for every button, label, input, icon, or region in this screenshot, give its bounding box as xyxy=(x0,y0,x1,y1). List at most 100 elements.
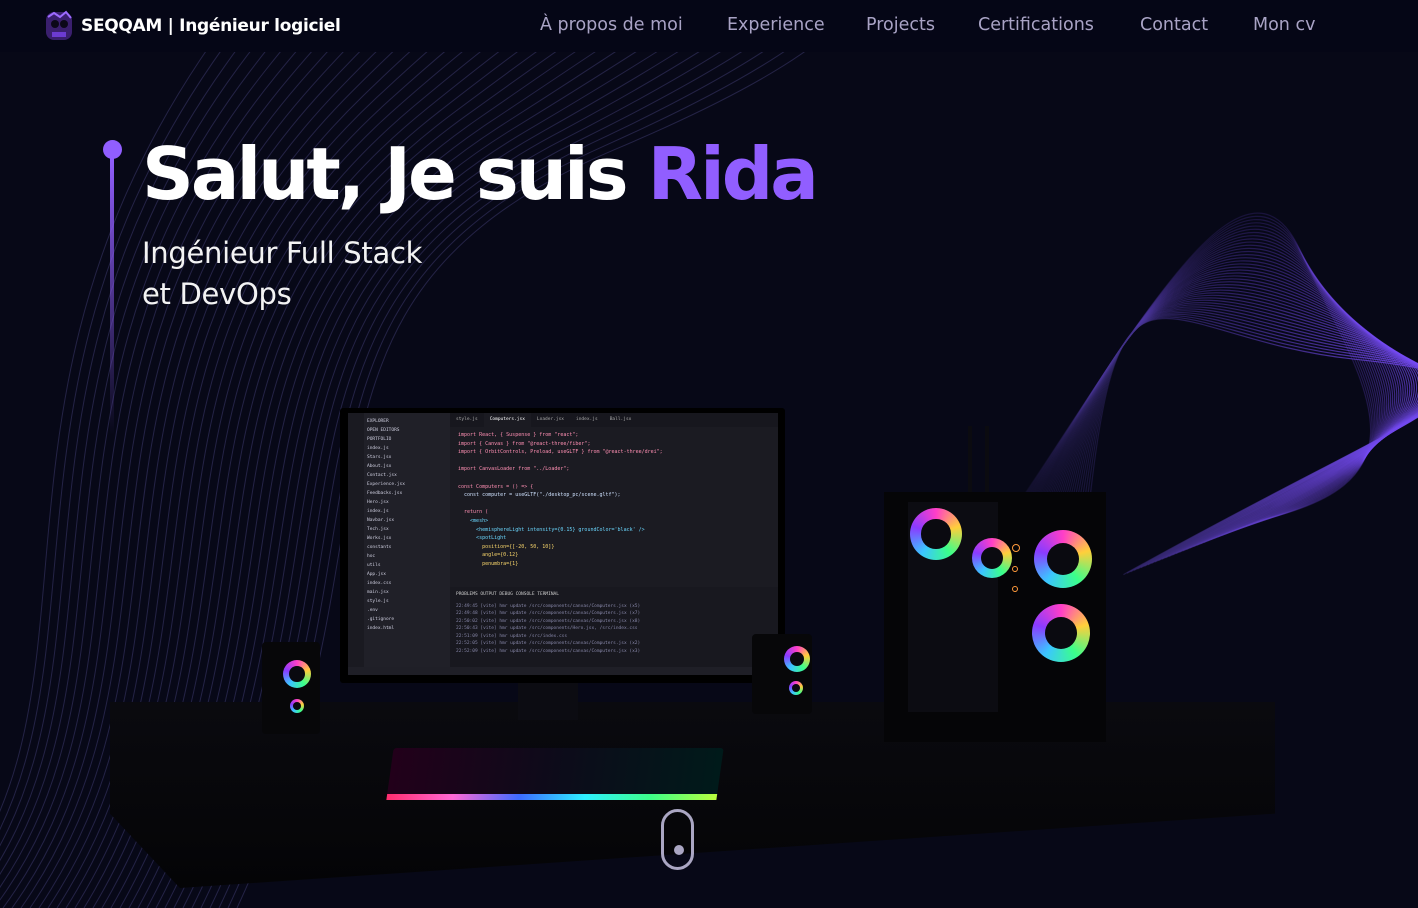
status-led xyxy=(1012,566,1018,572)
nav-link-about[interactable]: À propos de moi xyxy=(540,15,683,35)
explorer-item: Tech.jsx xyxy=(367,527,389,532)
editor-tab: index.js xyxy=(576,417,598,422)
status-led xyxy=(1012,586,1018,592)
explorer-item: About.jsx xyxy=(367,464,392,469)
explorer-item: Feedbacks.jsx xyxy=(367,491,403,496)
terminal-line: 22:52:09 [vite] hmr update /src/componen… xyxy=(456,648,641,654)
nav-link-cv[interactable]: Mon cv xyxy=(1253,15,1315,35)
terminal-line: 22:50:02 [vite] hmr update /src/componen… xyxy=(456,618,641,624)
power-led xyxy=(1012,544,1020,552)
editor-tabs: style.js Computers.jsx Loader.jsx index.js B… xyxy=(450,413,778,427)
terminal-line: 22:52:05 [vite] hmr update /src/componen… xyxy=(456,641,641,646)
code-line: position={[-20, 50, 10]} xyxy=(458,543,555,550)
terminal-line: 22:49:48 [vite] hmr update /src/componen… xyxy=(456,611,641,616)
hero-greeting: Salut, Je suis xyxy=(142,132,648,216)
router-antenna xyxy=(968,426,972,496)
editor-tab: style.js xyxy=(456,417,478,422)
speaker-ring-light xyxy=(290,699,304,713)
rgb-keyboard xyxy=(386,748,724,800)
brand-home-link[interactable]: SEQQAM | Ingénieur logiciel xyxy=(44,9,341,43)
terminal-line: 22:51:09 [vite] hmr update /src/index.cs… xyxy=(456,633,568,639)
code-editor-screen: EXPLORER OPEN EDITORS PORTFOLIO index.js Sta… xyxy=(348,413,778,675)
code-line: import { Canvas } from "@react-three/fib… xyxy=(458,440,591,447)
monitor-stand xyxy=(518,680,578,720)
explorer-item: PORTFOLIO xyxy=(367,437,392,442)
explorer-item: index.css xyxy=(367,581,392,586)
editor-tab: Ball.jsx xyxy=(609,417,632,422)
right-speaker xyxy=(752,634,812,714)
editor-tab: Computers.jsx xyxy=(483,413,531,427)
explorer-item: Navbar.jsx xyxy=(367,518,395,523)
code-line: <mesh> xyxy=(458,517,489,524)
explorer-item: Contact.jsx xyxy=(367,473,397,478)
speaker-ring-light xyxy=(789,681,803,695)
brand-title: SEQQAM | Ingénieur logiciel xyxy=(81,16,341,36)
code-line: angle={0.12} xyxy=(458,552,519,559)
scroll-dot xyxy=(674,845,684,855)
code-line: import { OrbitControls, Preload, useGLTF… xyxy=(458,449,663,456)
explorer-item: .env xyxy=(367,608,378,613)
editor-tab: Loader.jsx xyxy=(536,417,565,422)
editor-status-bar xyxy=(348,667,778,675)
fan-ring-light xyxy=(910,508,962,560)
terminal-line: 22:49:45 [vite] hmr update /src/componen… xyxy=(456,603,641,609)
explorer-item: Works.jsx xyxy=(367,536,392,541)
code-line: const Computers = () => { xyxy=(458,483,534,490)
top-navbar: SEQQAM | Ingénieur logiciel À propos de … xyxy=(0,0,1418,52)
hero-subtitle-line1: Ingénieur Full Stack xyxy=(142,236,423,270)
hero-title: Salut, Je suis Rida xyxy=(142,132,819,216)
explorer-item: EXPLORER xyxy=(367,419,389,424)
speaker-ring-light xyxy=(283,660,311,688)
explorer-item: Hero.jsx xyxy=(367,500,389,505)
explorer-item: index.js xyxy=(367,446,389,451)
hero-name: Rida xyxy=(647,132,819,216)
explorer-item: Experience.jsx xyxy=(367,482,405,487)
editor-code: import React, { Suspense } from "react";… xyxy=(450,431,778,587)
left-speaker xyxy=(262,642,320,734)
nav-link-experience[interactable]: Experience xyxy=(727,15,825,35)
nav-link-projects[interactable]: Projects xyxy=(866,15,935,35)
code-line: <spotLight xyxy=(458,535,507,542)
explorer-item: main.jsx xyxy=(367,590,389,595)
terminal-line: 22:50:43 [vite] hmr update /src/componen… xyxy=(456,626,638,631)
explorer-item: index.js xyxy=(367,509,389,514)
keyboard-rgb-glow xyxy=(386,794,718,800)
editor-explorer: EXPLORER OPEN EDITORS PORTFOLIO index.js Sta… xyxy=(364,413,450,675)
pc-tower xyxy=(884,492,1106,742)
code-line: <hemisphereLight intensity={0.15} ground… xyxy=(458,526,645,533)
mouse-scroll-icon[interactable] xyxy=(661,809,694,870)
fan-ring-light xyxy=(972,538,1012,578)
fan-ring-light xyxy=(1034,530,1092,588)
terminal-tabs: PROBLEMS OUTPUT DEBUG CONSOLE TERMINAL xyxy=(456,592,559,597)
explorer-item: OPEN EDITORS xyxy=(367,428,400,433)
skull-avatar-logo-icon xyxy=(46,10,72,40)
explorer-item: constants xyxy=(367,545,392,550)
explorer-item: index.html xyxy=(367,626,395,631)
monitor: EXPLORER OPEN EDITORS PORTFOLIO index.js Sta… xyxy=(340,408,785,683)
nav-link-contact[interactable]: Contact xyxy=(1140,15,1208,35)
explorer-item: hoc xyxy=(367,554,376,559)
code-line: return ( xyxy=(458,509,489,516)
fan-ring-light xyxy=(1032,604,1090,662)
code-line: const computer = useGLTF("./desktop_pc/s… xyxy=(458,492,621,499)
explorer-item: App.jsx xyxy=(367,572,386,577)
hero-subtitle: Ingénieur Full Stack et DevOps xyxy=(142,233,562,315)
hero-subtitle-line2: et DevOps xyxy=(142,277,292,311)
explorer-item: .gitignore xyxy=(367,617,395,622)
code-line: import React, { Suspense } from "react"; xyxy=(458,432,579,438)
pc-glass-panel xyxy=(908,502,1012,712)
computer-3d-scene[interactable]: EXPLORER OPEN EDITORS PORTFOLIO index.js Sta… xyxy=(0,380,1418,908)
editor-terminal-panel: PROBLEMS OUTPUT DEBUG CONSOLE TERMINAL 2… xyxy=(450,587,778,667)
explorer-item: utils xyxy=(367,563,381,568)
editor-activity-bar xyxy=(348,413,364,675)
code-line: penumbra={1} xyxy=(458,560,519,567)
speaker-ring-light xyxy=(784,646,810,672)
explorer-item: style.js xyxy=(367,599,389,604)
router-antenna xyxy=(985,426,989,496)
code-line: import CanvasLoader from "../Loader"; xyxy=(458,466,570,473)
nav-link-certifications[interactable]: Certifications xyxy=(978,15,1094,35)
explorer-item: Stars.jsx xyxy=(367,455,392,460)
